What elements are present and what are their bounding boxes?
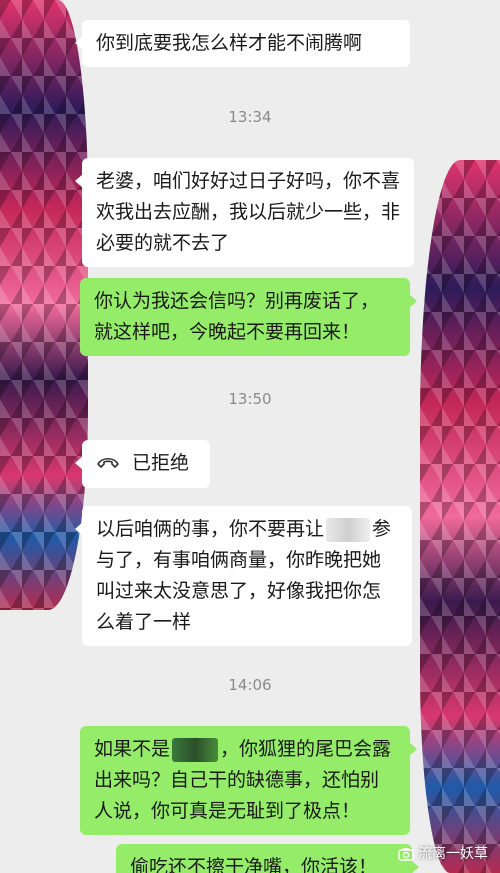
call-status-label: 已拒绝 [132,452,190,474]
mosaic-avatar-right [420,160,500,873]
call-record[interactable]: 已拒绝 [75,440,210,488]
timestamp: 14:06 [228,676,272,694]
message-sent[interactable]: 如果不是 ，你狐狸的尾巴会露出来吗？自己干的缺德事，还怕别人说，你可真是无耻到了极… [80,726,417,835]
message-sent[interactable]: 偷吃还不擦干净嘴，你活该！ [116,844,419,873]
message-text: 老婆，咱们好好过日子好吗，你不喜欢我出去应酬，我以后就少一些，非必要的就不去了 [96,170,401,254]
message-text: 你到底要我怎么样才能不闹腾啊 [96,32,363,54]
phone-hangup-icon [97,457,119,468]
message-text: 偷吃还不擦干净嘴，你活该！ [130,856,378,873]
message-received[interactable]: 老婆，咱们好好过日子好吗，你不喜欢我出去应酬，我以后就少一些，非必要的就不去了 [75,158,414,267]
message-text: 你认为我还会信吗？别再废话了，就这样吧，今晚起不要再回来！ [94,290,380,343]
message-sent[interactable]: 你认为我还会信吗？别再废话了，就这样吧，今晚起不要再回来！ [80,278,417,356]
mosaic-avatar-left [0,0,88,610]
redacted-name [172,737,219,762]
camera-icon [398,848,414,861]
message-text-part: 以后咱俩的事，你不要再让 [96,518,325,540]
redacted-name [326,517,371,542]
message-received[interactable]: 你到底要我怎么样才能不闹腾啊 [75,20,410,67]
watermark: 流离一妖草 [398,843,488,863]
timestamp: 13:34 [228,108,272,126]
watermark-text: 流离一妖草 [418,846,488,862]
timestamp: 13:50 [228,390,272,408]
message-received[interactable]: 以后咱俩的事，你不要再让 参与了，有事咱俩商量，你昨晚把她叫过来太没意思了，好像我… [75,506,412,646]
message-text-part: 如果不是 [94,738,171,760]
